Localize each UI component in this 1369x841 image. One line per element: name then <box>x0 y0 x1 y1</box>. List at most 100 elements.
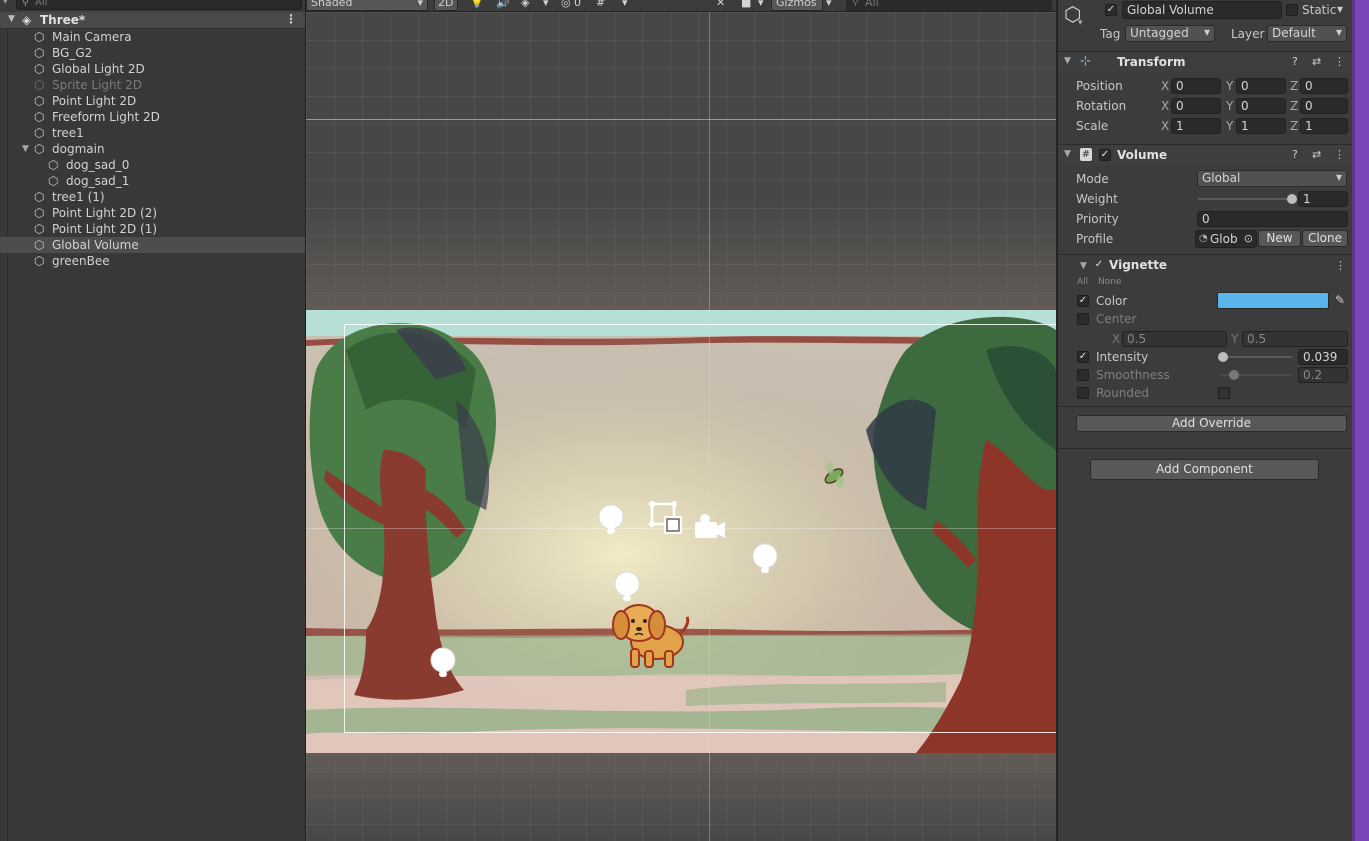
eyedropper-icon[interactable]: ✎ <box>1335 293 1345 307</box>
camera-settings-icon[interactable]: ■ <box>741 0 751 9</box>
hierarchy-item-dog-sad-0[interactable]: ⬡ dog_sad_0 <box>0 157 305 173</box>
hierarchy-item-dogmain[interactable]: ▼ ⬡ dogmain <box>0 141 305 157</box>
chevron-down-icon[interactable]: ▾ <box>543 0 549 9</box>
new-profile-button[interactable]: New <box>1258 230 1301 247</box>
intensity-slider-track[interactable] <box>1220 356 1292 358</box>
weight-slider-track[interactable] <box>1198 198 1292 200</box>
presets-icon[interactable]: ⇄ <box>1312 55 1321 68</box>
hierarchy-item-tree1-1[interactable]: ⬡ tree1 (1) <box>0 189 305 205</box>
hierarchy-item-tree1[interactable]: ⬡ tree1 <box>0 125 305 141</box>
hierarchy-item-sprite-light-2d[interactable]: ⬡ Sprite Light 2D <box>0 77 305 93</box>
all-overrides-link[interactable]: All <box>1077 277 1088 287</box>
grid-snap-icon[interactable]: # <box>596 0 605 9</box>
volume-gizmo-icon[interactable] <box>648 500 686 538</box>
scene-search-input[interactable]: ⚲ All <box>846 0 1052 11</box>
green-bee-sprite[interactable] <box>818 460 852 490</box>
intensity-field[interactable]: 0.039 <box>1298 349 1348 365</box>
effects-toggle-icon[interactable]: ◈ <box>521 0 529 9</box>
2d-toggle-button[interactable]: 2D <box>434 0 458 11</box>
intensity-override-checkbox[interactable]: ✓ <box>1077 351 1089 363</box>
tools-icon[interactable]: ✕ <box>716 0 725 9</box>
add-override-button[interactable]: Add Override <box>1076 415 1347 432</box>
center-y-field[interactable]: 0.5 <box>1242 331 1348 347</box>
camera-gizmo-icon[interactable] <box>691 510 727 542</box>
mode-dropdown[interactable]: Global <box>1197 170 1347 187</box>
icon-dropdown-icon[interactable]: ▾ <box>1078 18 1083 28</box>
intensity-slider-thumb[interactable] <box>1217 352 1228 362</box>
scale-x-field[interactable]: 1 <box>1171 118 1221 134</box>
hierarchy-item-point-light-2d[interactable]: ⬡ Point Light 2D <box>0 93 305 109</box>
color-swatch[interactable] <box>1217 292 1329 309</box>
object-name-field[interactable]: Global Volume <box>1122 1 1282 19</box>
hierarchy-item-freeform-light-2d[interactable]: ⬡ Freeform Light 2D <box>0 109 305 125</box>
smoothness-slider-thumb[interactable] <box>1229 370 1240 380</box>
profile-object-field[interactable]: ◔ Glob ⊙ <box>1195 230 1257 248</box>
priority-field[interactable]: 0 <box>1197 211 1348 227</box>
hierarchy-item-greenbee[interactable]: ⬡ greenBee <box>0 253 305 269</box>
layer-dropdown[interactable]: Default <box>1267 25 1347 42</box>
position-x-field[interactable]: 0 <box>1171 78 1221 94</box>
vignette-enabled-checkbox[interactable]: ✓ <box>1093 260 1105 272</box>
rounded-override-checkbox[interactable] <box>1077 387 1089 399</box>
hierarchy-item-main-camera[interactable]: ⬡ Main Camera <box>0 29 305 45</box>
volume-header[interactable]: ▼ # ✓ Volume ? ⇄ ⋮ <box>1058 144 1352 166</box>
gizmos-button[interactable]: Gizmos <box>771 0 823 11</box>
static-checkbox[interactable] <box>1286 4 1298 16</box>
chevron-down-icon[interactable]: ▾ <box>1337 2 1343 16</box>
tag-dropdown[interactable]: Untagged <box>1125 25 1215 42</box>
hierarchy-item-point-light-2d-1[interactable]: ⬡ Point Light 2D (1) <box>0 221 305 237</box>
chevron-down-icon[interactable]: ▾ <box>758 0 764 9</box>
volume-enabled-checkbox[interactable]: ✓ <box>1099 149 1111 161</box>
chevron-down-icon[interactable]: ▾ <box>826 0 832 9</box>
rotation-y-field[interactable]: 0 <box>1236 98 1286 114</box>
add-dropdown-icon[interactable]: ▾ <box>3 0 8 7</box>
rotation-x-field[interactable]: 0 <box>1171 98 1221 114</box>
weight-slider-thumb[interactable] <box>1287 194 1297 204</box>
hierarchy-item-dog-sad-1[interactable]: ⬡ dog_sad_1 <box>0 173 305 189</box>
point-light-gizmo-icon[interactable] <box>598 504 624 536</box>
fold-arrow-icon[interactable]: ▼ <box>1064 149 1071 159</box>
help-icon[interactable]: ? <box>1292 55 1298 68</box>
hierarchy-item-global-volume[interactable]: ⬡ Global Volume <box>0 237 305 253</box>
position-y-field[interactable]: 0 <box>1236 78 1286 94</box>
clone-profile-button[interactable]: Clone <box>1302 230 1348 247</box>
rounded-checkbox[interactable] <box>1218 387 1230 399</box>
rotation-z-field[interactable]: 0 <box>1300 98 1348 114</box>
transform-header[interactable]: ▼ ⊹ Transform ? ⇄ ⋮ <box>1058 51 1352 73</box>
weight-field[interactable]: 1 <box>1298 191 1348 207</box>
hierarchy-item-point-light-2d-2[interactable]: ⬡ Point Light 2D (2) <box>0 205 305 221</box>
dog-sprite[interactable] <box>609 597 691 673</box>
smoothness-override-checkbox[interactable] <box>1077 369 1089 381</box>
color-override-checkbox[interactable]: ✓ <box>1077 295 1089 307</box>
point-light-gizmo-icon[interactable] <box>430 647 456 679</box>
fold-arrow-icon[interactable]: ▼ <box>22 141 29 157</box>
presets-icon[interactable]: ⇄ <box>1312 148 1321 161</box>
smoothness-field[interactable]: 0.2 <box>1298 367 1348 383</box>
fold-arrow-icon[interactable]: ▼ <box>1080 261 1087 271</box>
position-z-field[interactable]: 0 <box>1300 78 1348 94</box>
fold-arrow-icon[interactable]: ▼ <box>1064 56 1071 66</box>
hierarchy-item-global-light-2d[interactable]: ⬡ Global Light 2D <box>0 61 305 77</box>
context-menu-icon[interactable]: ⋮ <box>1334 148 1345 161</box>
scale-y-field[interactable]: 1 <box>1236 118 1286 134</box>
audio-toggle-icon[interactable]: 🔊 <box>496 0 510 9</box>
object-picker-icon[interactable]: ⊙ <box>1244 231 1253 247</box>
hierarchy-search-input[interactable]: ⚲ All <box>16 0 302 10</box>
scene-view[interactable]: Shaded ▾ 2D 💡 🔊 ◈ ▾ ◎ 0 # ▾ ✕ ■ ▾ Gizmos… <box>306 0 1056 841</box>
chevron-down-icon[interactable]: ▾ <box>622 0 628 9</box>
center-x-field[interactable]: 0.5 <box>1122 331 1227 347</box>
scene-row[interactable]: ▼ ◈ Three* ⋮ <box>0 12 305 29</box>
hierarchy-item-bg-g2[interactable]: ⬡ BG_G2 <box>0 45 305 61</box>
point-light-gizmo-icon[interactable] <box>752 543 778 575</box>
none-overrides-link[interactable]: None <box>1098 277 1121 287</box>
scene-menu-icon[interactable]: ⋮ <box>285 12 297 26</box>
center-override-checkbox[interactable] <box>1077 313 1089 325</box>
context-menu-icon[interactable]: ⋮ <box>1334 55 1345 68</box>
draw-mode-dropdown[interactable]: Shaded ▾ <box>306 0 428 11</box>
scale-z-field[interactable]: 1 <box>1300 118 1348 134</box>
context-menu-icon[interactable]: ⋮ <box>1335 259 1346 272</box>
add-component-button[interactable]: Add Component <box>1090 459 1319 480</box>
hidden-objects-icon[interactable]: ◎ <box>561 0 571 9</box>
lighting-toggle-icon[interactable]: 💡 <box>470 0 484 9</box>
active-checkbox[interactable]: ✓ <box>1105 4 1117 16</box>
